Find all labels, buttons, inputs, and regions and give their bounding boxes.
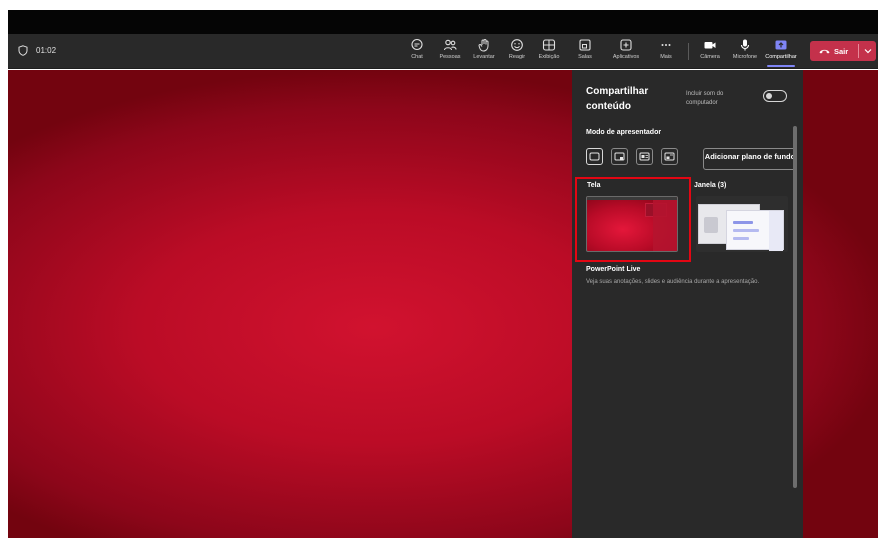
- chevron-down-icon: [864, 49, 871, 54]
- thumb-sidebar: [769, 211, 783, 251]
- toolbar-label: Aplicativos: [612, 54, 640, 60]
- apps-icon: [620, 39, 632, 51]
- raise-hand-icon: [478, 39, 489, 52]
- toolbar-label: Salas: [578, 54, 592, 60]
- more-icon: [661, 44, 671, 46]
- screen-option-highlight-frame: [575, 177, 691, 262]
- toolbar-view-button[interactable]: Exibição: [529, 38, 569, 60]
- meeting-timer: 01:02: [18, 45, 56, 56]
- react-icon: [511, 39, 523, 51]
- leave-options-button[interactable]: [859, 48, 876, 54]
- toolbar-more-button[interactable]: Mais: [646, 38, 686, 60]
- toolbar-label: Reagir: [508, 54, 526, 60]
- camera-icon: [704, 42, 716, 49]
- presenter-mode-reporter[interactable]: [661, 148, 678, 165]
- window-share-option[interactable]: [696, 196, 788, 252]
- hang-up-icon: [819, 49, 830, 54]
- include-sound-toggle[interactable]: [763, 90, 787, 102]
- toolbar-share-button[interactable]: Compartilhar: [761, 38, 801, 67]
- presenter-mode-content-only[interactable]: [586, 148, 603, 165]
- toolbar-label: Levantar: [473, 54, 495, 60]
- toolbar-divider: [688, 43, 689, 60]
- presenter-mode-standout[interactable]: [611, 148, 628, 165]
- toolbar-label: Câmera: [700, 54, 720, 60]
- toolbar-rooms-button[interactable]: Salas: [565, 38, 605, 60]
- presenter-mode-title: Modo de apresentador: [586, 129, 662, 136]
- add-background-button[interactable]: Adicionar plano de fundo: [703, 148, 797, 170]
- toolbar-label: Pessoas: [439, 54, 461, 60]
- window-label: Janela (3): [694, 182, 727, 189]
- toolbar-camera-button[interactable]: Câmera: [690, 38, 730, 60]
- leave-main[interactable]: Sair: [810, 47, 858, 56]
- toolbar-label: Exibição: [538, 54, 560, 60]
- toolbar-apps-button[interactable]: Aplicativos: [606, 38, 646, 60]
- thumb-image-icon: [704, 217, 718, 233]
- side-by-side-icon: [639, 152, 650, 161]
- share-icon: [775, 40, 787, 50]
- shield-icon: [18, 45, 28, 56]
- toolbar-label: Mais: [660, 54, 672, 60]
- top-black-bar: [8, 10, 878, 34]
- toolbar-label: Microfone: [732, 54, 758, 60]
- chat-icon: [411, 38, 423, 51]
- presenter-mode-side-by-side[interactable]: [636, 148, 653, 165]
- thumb-window-front: [726, 210, 784, 251]
- toolbar-mic-button[interactable]: Microfone: [725, 38, 765, 60]
- thumb-line: [733, 237, 749, 240]
- meeting-toolbar: 01:02 Chat Pessoas Levantar Reagir Exibi…: [8, 34, 878, 69]
- toggle-knob: [766, 92, 772, 99]
- view-icon: [542, 39, 556, 51]
- standout-icon: [614, 152, 625, 161]
- timer-text: 01:02: [36, 46, 57, 55]
- panel-title: Compartilhar conteúdo: [586, 86, 649, 112]
- panel-scrollbar[interactable]: [793, 126, 797, 488]
- leave-button[interactable]: Sair: [810, 41, 876, 61]
- toolbar-label: Chat: [411, 54, 423, 60]
- content-only-icon: [589, 152, 600, 161]
- reporter-icon: [664, 152, 675, 161]
- share-content-panel: Compartilhar conteúdo Incluir som do com…: [572, 70, 803, 538]
- thumb-line: [733, 229, 759, 232]
- mic-icon: [740, 39, 750, 51]
- toolbar-label: Compartilhar: [765, 54, 797, 60]
- rooms-icon: [579, 39, 591, 51]
- powerpoint-live-title[interactable]: PowerPoint Live: [586, 266, 640, 273]
- people-icon: [443, 39, 457, 51]
- thumb-line: [733, 221, 753, 224]
- leave-label: Sair: [834, 46, 849, 56]
- include-sound-label: Incluir som do computador: [686, 91, 724, 106]
- powerpoint-live-description: Veja suas anotações, slides e audiência …: [586, 279, 760, 285]
